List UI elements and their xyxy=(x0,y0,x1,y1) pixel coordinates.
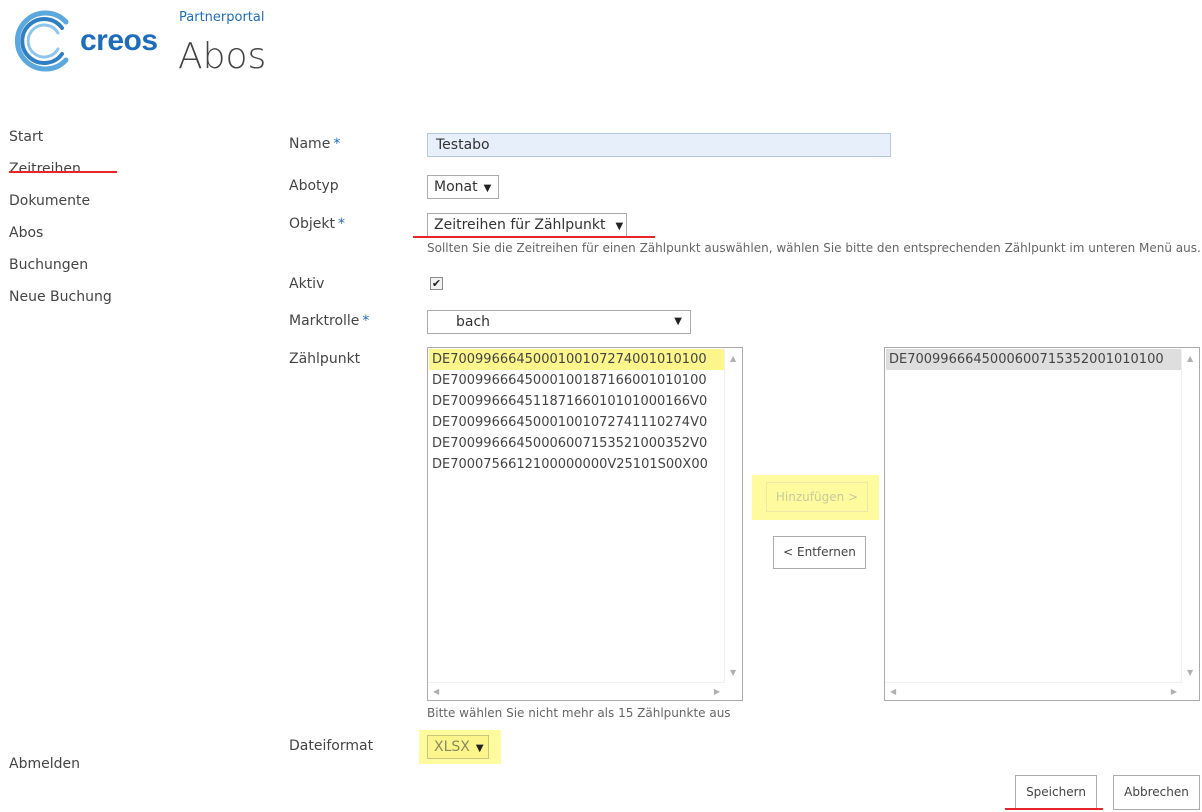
nav-item-start[interactable]: Start xyxy=(9,121,112,153)
nav-item-buchungen[interactable]: Buchungen xyxy=(9,249,112,281)
name-input[interactable]: Testabo xyxy=(427,133,891,157)
zaehlpunkt-label: Zählpunkt xyxy=(289,351,361,367)
logo-swirl-icon xyxy=(15,10,69,72)
nav-item-zeitreihen[interactable]: Zeitreihen xyxy=(9,153,112,185)
creos-logo[interactable]: creos xyxy=(8,8,168,80)
scroll-down-icon[interactable]: ▼ xyxy=(730,668,736,677)
annotation-underline-save xyxy=(1005,808,1103,810)
annotation-underline-zeitreihen xyxy=(9,171,117,173)
scroll-left-icon[interactable]: ◀ xyxy=(433,687,439,696)
marktrolle-select[interactable]: bach ▼ xyxy=(427,310,691,334)
dropdown-arrow-icon: ▼ xyxy=(475,743,484,754)
nav-item-abos[interactable]: Abos xyxy=(9,217,112,249)
list-item[interactable]: DE7009966645000600715352001010100 xyxy=(886,349,1181,370)
horizontal-scrollbar[interactable]: ◀ ▶ xyxy=(885,682,1182,700)
required-marker: * xyxy=(333,136,341,152)
dropdown-arrow-icon: ▼ xyxy=(483,183,492,194)
objekt-hint: Sollten Sie die Zeitreihen für einen Zäh… xyxy=(427,241,1201,255)
annotation-underline-objekt xyxy=(413,236,655,238)
logout-link[interactable]: Abmelden xyxy=(9,756,80,772)
objekt-label-text: Objekt xyxy=(289,216,336,232)
nav-item-neue-buchung[interactable]: Neue Buchung xyxy=(9,281,112,313)
save-button[interactable]: Speichern xyxy=(1015,775,1097,810)
available-zaehlpunkte-listbox[interactable]: DE700996664500010010727400101010​0 DE700… xyxy=(427,347,743,701)
required-marker: * xyxy=(338,216,346,232)
logo-text: creos xyxy=(80,24,158,57)
abotyp-value: Monat xyxy=(434,179,478,195)
abotyp-label: Abotyp xyxy=(289,178,339,194)
marktrolle-value: bach xyxy=(456,314,491,330)
dropdown-arrow-icon: ▼ xyxy=(674,316,682,327)
list-item[interactable]: DE700996664500010010727400101010​0 xyxy=(429,349,724,370)
scroll-right-icon[interactable]: ▶ xyxy=(1171,687,1177,696)
list-item[interactable]: DE70099666450001001072741110274V0 xyxy=(429,412,724,433)
cancel-button[interactable]: Abbrechen xyxy=(1113,775,1200,810)
add-button[interactable]: Hinzufügen > xyxy=(766,482,868,512)
scroll-down-icon[interactable]: ▼ xyxy=(1187,668,1193,677)
horizontal-scrollbar[interactable]: ◀ ▶ xyxy=(428,682,725,700)
marktrolle-label-text: Marktrolle xyxy=(289,313,360,329)
scroll-left-icon[interactable]: ◀ xyxy=(890,687,896,696)
objekt-value: Zeitreihen für Zählpunkt xyxy=(434,217,606,233)
scroll-right-icon[interactable]: ▶ xyxy=(714,687,720,696)
marktrolle-label: Marktrolle * xyxy=(289,313,369,329)
objekt-select[interactable]: Zeitreihen für Zählpunkt ▼ xyxy=(427,213,627,237)
dateiformat-value: XLSX xyxy=(434,739,470,755)
name-label: Name * xyxy=(289,136,340,152)
site-title[interactable]: Partnerportal xyxy=(179,10,264,25)
list-item[interactable]: DE70099666450006007153521000352V0 xyxy=(429,433,724,454)
page-title: Abos xyxy=(178,36,267,77)
abotyp-select[interactable]: Monat ▼ xyxy=(427,175,499,199)
objekt-label: Objekt * xyxy=(289,216,345,232)
list-item[interactable]: DE7009966645000100187166001010100 xyxy=(429,370,724,391)
required-marker: * xyxy=(362,313,370,329)
scroll-up-icon[interactable]: ▲ xyxy=(1187,354,1193,363)
dateiformat-label: Dateiformat xyxy=(289,738,374,754)
aktiv-checkbox[interactable]: ✔ xyxy=(430,277,443,290)
list-item[interactable]: DE7000756612100000000V25101S00X00 xyxy=(429,454,724,475)
vertical-scrollbar[interactable]: ▲ ▼ xyxy=(1181,348,1199,683)
vertical-scrollbar[interactable]: ▲ ▼ xyxy=(724,348,742,683)
zaehlpunkt-hint: Bitte wählen Sie nicht mehr als 15 Zählp… xyxy=(427,706,731,720)
selected-zaehlpunkte-listbox[interactable]: DE7009966645000600715352001010100 ▲ ▼ ◀ … xyxy=(884,347,1200,701)
dropdown-arrow-icon: ▼ xyxy=(615,221,624,232)
nav-item-dokumente[interactable]: Dokumente xyxy=(9,185,112,217)
left-navigation: Start Zeitreihen Dokumente Abos Buchunge… xyxy=(9,121,117,313)
name-label-text: Name xyxy=(289,136,331,152)
dateiformat-select[interactable]: XLSX ▼ xyxy=(427,735,489,759)
aktiv-label: Aktiv xyxy=(289,276,325,292)
scroll-up-icon[interactable]: ▲ xyxy=(730,354,736,363)
remove-button[interactable]: < Entfernen xyxy=(773,536,866,569)
list-item[interactable]: DE70099666451187166010101000166V0 xyxy=(429,391,724,412)
